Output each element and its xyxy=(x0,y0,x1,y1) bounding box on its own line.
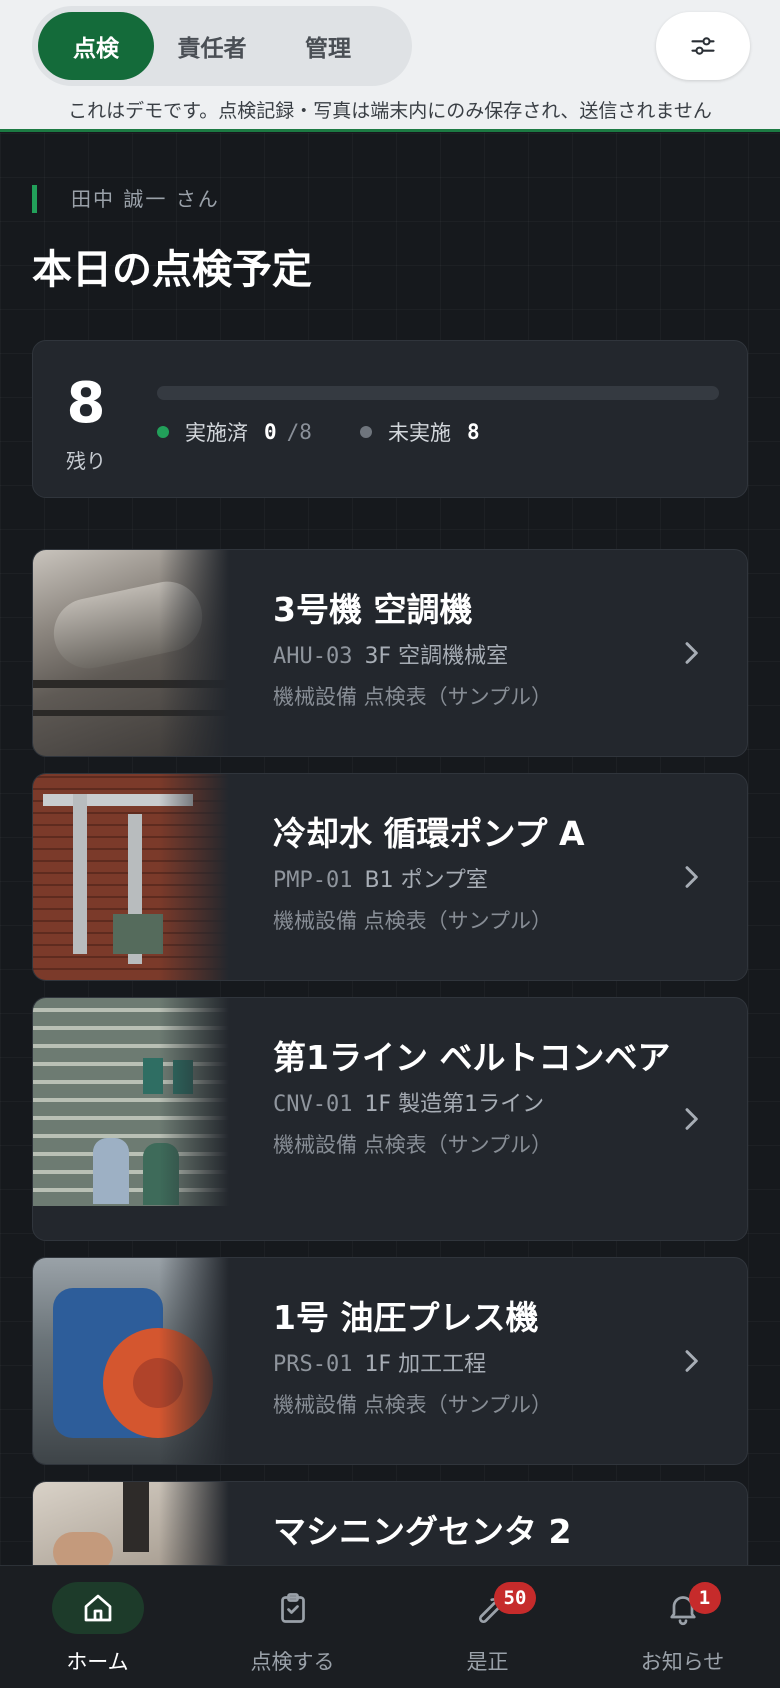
nav-inspect[interactable]: 点検する xyxy=(195,1566,390,1688)
equipment-photo xyxy=(33,550,229,756)
equipment-photo xyxy=(33,998,229,1206)
equipment-location: 3F 空調機械室 xyxy=(364,644,509,669)
summary-card: 8 残り 実施済 0 /8 未実施 8 xyxy=(32,340,748,498)
equipment-code: PMP-01 xyxy=(273,868,353,893)
card-body: 第1ライン ベルトコンベア CNV-01 1F 製造第1ライン 機械設備 点検表（… xyxy=(273,1034,677,1160)
equipment-location: 1F 加工工程 xyxy=(364,1352,487,1377)
tab-supervisor[interactable]: 責任者 xyxy=(154,12,270,80)
inspection-sheet: 機械設備 点検表（サンプル） xyxy=(273,909,553,933)
equipment-card[interactable]: 3号機 空調機 AHU-03 3F 空調機械室 機械設備 点検表（サンプル） xyxy=(32,549,748,757)
nav-icon-container: 1 xyxy=(637,1582,729,1634)
done-dot xyxy=(157,426,169,438)
equipment-photo xyxy=(33,1258,229,1464)
nav-label: 点検する xyxy=(250,1650,335,1674)
sliders-icon xyxy=(691,37,715,55)
nav-icon-container xyxy=(51,1582,144,1634)
nav-label: お知らせ xyxy=(640,1650,725,1674)
equipment-card[interactable]: 1号 油圧プレス機 PRS-01 1F 加工工程 機械設備 点検表（サンプル） xyxy=(32,1257,748,1465)
user-name: 田中 誠一 さん xyxy=(32,185,220,213)
equipment-card[interactable]: マシニングセンタ 2 xyxy=(32,1481,748,1565)
bottom-nav: ホーム 点検する 50 是正 1 お知らせ xyxy=(0,1565,780,1688)
equipment-code: CNV-01 xyxy=(273,1092,353,1117)
equipment-photo xyxy=(33,1482,229,1565)
main-content: 田中 誠一 さん 本日の点検予定 8 残り 実施済 0 /8 未実施 8 3号機… xyxy=(0,133,780,1565)
filter-button[interactable] xyxy=(656,12,750,80)
equipment-name: 1号 油圧プレス機 xyxy=(273,1298,539,1337)
top-bar: 点検 責任者 管理 xyxy=(0,0,780,92)
nav-correction[interactable]: 50 是正 xyxy=(390,1566,585,1688)
equipment-meta: PRS-01 1F 加工工程 xyxy=(273,1350,677,1380)
nav-icon-container xyxy=(247,1582,339,1634)
todo-label: 未実施 xyxy=(387,421,451,445)
done-count: 0 xyxy=(264,420,277,444)
inspection-sheet: 機械設備 点検表（サンプル） xyxy=(273,1133,553,1157)
progress-legend: 実施済 0 /8 未実施 8 xyxy=(157,417,480,447)
page-title: 本日の点検予定 xyxy=(32,247,312,293)
inspection-sheet: 機械設備 点検表（サンプル） xyxy=(273,1393,553,1417)
equipment-meta: PMP-01 B1 ポンプ室 xyxy=(273,866,677,896)
correction-badge: 50 xyxy=(493,1582,537,1614)
card-body: 3号機 空調機 AHU-03 3F 空調機械室 機械設備 点検表（サンプル） xyxy=(273,586,677,712)
equipment-location: 1F 製造第1ライン xyxy=(364,1092,545,1117)
tab-inspection[interactable]: 点検 xyxy=(38,12,154,80)
equipment-name: 第1ライン ベルトコンベア xyxy=(273,1038,671,1077)
mode-switcher: 点検 責任者 管理 xyxy=(32,6,412,86)
equipment-meta: AHU-03 3F 空調機械室 xyxy=(273,642,677,672)
equipment-meta: CNV-01 1F 製造第1ライン xyxy=(273,1090,677,1120)
equipment-code: PRS-01 xyxy=(273,1352,353,1377)
card-body: マシニングセンタ 2 xyxy=(273,1508,677,1556)
equipment-location: B1 ポンプ室 xyxy=(364,868,488,893)
equipment-photo xyxy=(33,774,229,980)
nav-notifications[interactable]: 1 お知らせ xyxy=(585,1566,780,1688)
chevron-right-icon xyxy=(685,1108,698,1130)
remaining-label: 残り xyxy=(66,449,106,473)
nav-label: 是正 xyxy=(466,1650,509,1674)
todo-dot xyxy=(359,426,372,438)
card-body: 冷却水 循環ポンプ A PMP-01 B1 ポンプ室 機械設備 点検表（サンプル） xyxy=(273,810,677,936)
equipment-name: 冷却水 循環ポンプ A xyxy=(273,814,585,853)
chevron-right-icon xyxy=(685,1350,698,1372)
card-body: 1号 油圧プレス機 PRS-01 1F 加工工程 機械設備 点検表（サンプル） xyxy=(273,1294,677,1420)
equipment-name: 3号機 空調機 xyxy=(273,590,473,629)
total-count: /8 xyxy=(286,420,312,444)
inspection-sheet: 機械設備 点検表（サンプル） xyxy=(273,685,553,709)
remaining-count: 8 xyxy=(66,371,106,436)
equipment-card[interactable]: 冷却水 循環ポンプ A PMP-01 B1 ポンプ室 機械設備 点検表（サンプル） xyxy=(32,773,748,981)
done-label: 実施済 xyxy=(185,421,248,445)
progress-bar xyxy=(157,386,719,400)
chevron-right-icon xyxy=(685,866,698,888)
nav-icon-container: 50 xyxy=(442,1582,537,1634)
clipboard-check-icon xyxy=(280,1593,305,1623)
equipment-name: マシニングセンタ 2 xyxy=(273,1512,572,1551)
tab-admin[interactable]: 管理 xyxy=(270,12,386,80)
equipment-code: AHU-03 xyxy=(273,644,353,669)
nav-home[interactable]: ホーム xyxy=(0,1566,195,1688)
chevron-right-icon xyxy=(685,642,698,664)
equipment-card[interactable]: 第1ライン ベルトコンベア CNV-01 1F 製造第1ライン 機械設備 点検表（… xyxy=(32,997,748,1241)
nav-label: ホーム xyxy=(66,1650,129,1674)
notification-badge: 1 xyxy=(688,1582,721,1614)
demo-banner: これはデモです。点検記録・写真は端末内にのみ保存され、送信されません xyxy=(0,92,780,132)
todo-count: 8 xyxy=(466,420,480,444)
home-icon xyxy=(84,1594,111,1622)
